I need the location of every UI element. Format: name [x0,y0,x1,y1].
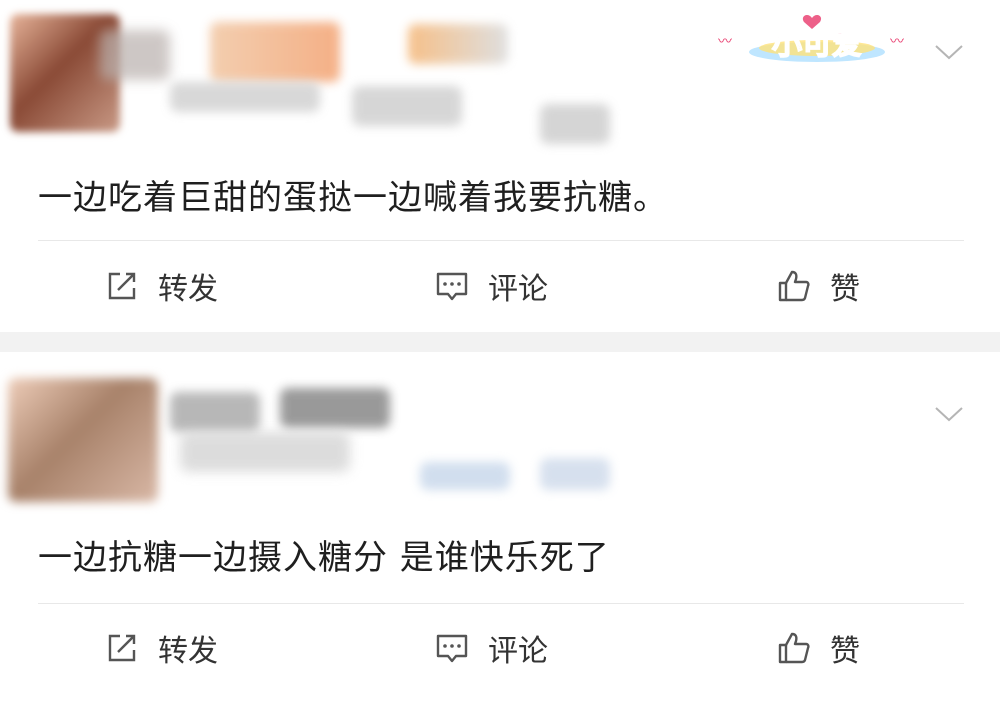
chevron-down-icon[interactable] [934,42,964,62]
comment-label: 评论 [488,634,548,669]
vip-badge-icon: 〰 〰 小可爱 [718,15,904,63]
post-card: 〰 〰 小可爱 一边吃着巨甜的蛋挞一边喊着我要抗糖。 转发 评论 赞 [0,0,1000,332]
chat-bubble-icon [436,634,468,663]
chat-bubble-icon [436,272,468,301]
comment-button[interactable]: 评论 [434,628,548,669]
svg-text:〰: 〰 [890,34,904,50]
blurred-user-info [0,352,640,512]
like-label: 赞 [830,272,860,307]
divider [38,240,964,241]
svg-text:〰: 〰 [718,34,732,50]
share-square-icon [108,634,136,662]
repost-label: 转发 [158,272,218,307]
badge-text: 小可爱 [772,27,862,62]
repost-button[interactable]: 转发 [104,266,218,307]
repost-button[interactable]: 转发 [104,628,218,669]
post-text: 一边抗糖一边摄入糖分 是谁快乐死了 [38,538,610,578]
comment-button[interactable]: 评论 [434,266,548,307]
like-button[interactable]: 赞 [776,628,860,669]
chevron-down-icon[interactable] [934,404,964,424]
username-blurred[interactable] [170,392,260,432]
post-card: 一边抗糖一边摄入糖分 是谁快乐死了 转发 评论 赞 [0,352,1000,705]
blurred-user-info [0,0,640,160]
thumbs-up-icon [778,632,810,664]
repost-label: 转发 [158,634,218,669]
share-square-icon [108,272,136,300]
avatar[interactable] [8,378,158,502]
comment-label: 评论 [488,272,548,307]
thumbs-up-icon [778,270,810,302]
like-button[interactable]: 赞 [776,266,860,307]
like-label: 赞 [830,634,860,669]
post-text: 一边吃着巨甜的蛋挞一边喊着我要抗糖。 [38,178,668,218]
divider [38,603,964,604]
username-blurred[interactable] [210,22,340,82]
